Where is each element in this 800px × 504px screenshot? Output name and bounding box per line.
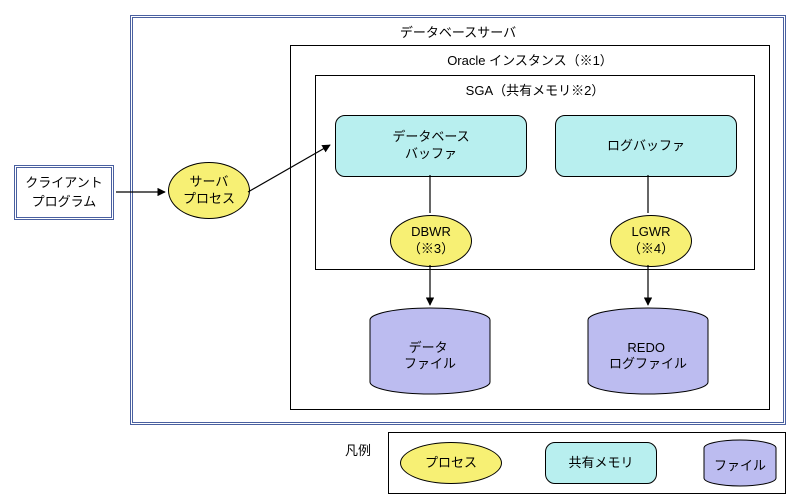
client-program-label: クライアント プログラム [25, 174, 102, 210]
legend-mem-label: 共有メモリ [568, 455, 633, 472]
db-server-title: データベースサーバ [133, 22, 783, 41]
log-buffer-label: ログバッファ [607, 138, 685, 155]
server-process-label: サーバ プロセス [183, 174, 235, 208]
log-buffer-node: ログバッファ [555, 115, 737, 177]
db-buffer-node: データベース バッファ [335, 115, 527, 177]
legend-mem-node: 共有メモリ [545, 442, 657, 484]
diagram-canvas: データベースサーバ クライアント プログラム サーバ プロセス Oracle イ… [0, 0, 800, 504]
lgwr-node: LGWR （※4） [610, 215, 692, 267]
sga-title: SGA（共有メモリ※2） [316, 80, 754, 99]
server-process-node: サーバ プロセス [168, 162, 250, 219]
client-program-box: クライアント プログラム [14, 165, 114, 220]
oracle-instance-title: Oracle インスタンス（※1） [291, 50, 769, 69]
dbwr-label: DBWR （※3） [408, 224, 454, 258]
lgwr-label: LGWR （※4） [628, 224, 674, 258]
legend-process-node: プロセス [400, 442, 502, 484]
db-buffer-label: データベース バッファ [392, 129, 469, 163]
dbwr-node: DBWR （※3） [390, 215, 472, 267]
legend-title: 凡例 [345, 440, 371, 459]
legend-process-label: プロセス [425, 455, 477, 472]
